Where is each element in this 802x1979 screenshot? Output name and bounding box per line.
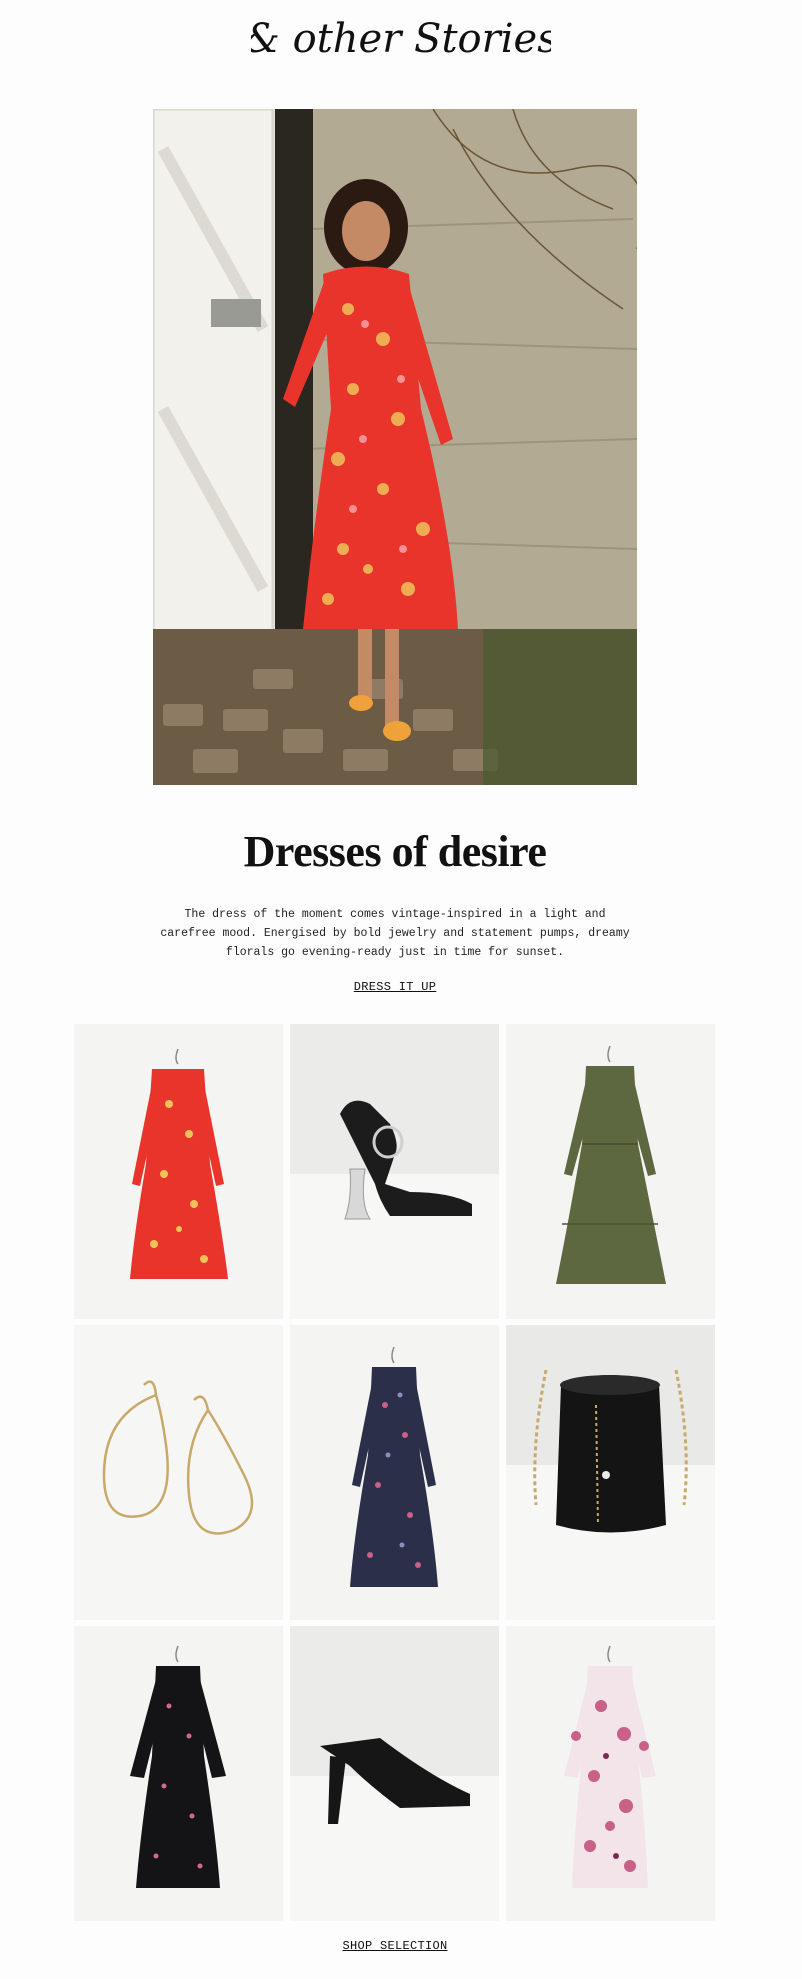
product-tile-black-mule[interactable]	[290, 1626, 499, 1921]
black-floral-dress-icon	[74, 1626, 283, 1921]
black-bucket-bag-icon	[506, 1325, 715, 1620]
product-tile-black-bucket-bag[interactable]	[506, 1325, 715, 1620]
pink-floral-dress-icon	[506, 1626, 715, 1921]
body-copy: The dress of the moment comes vintage-in…	[140, 905, 650, 962]
product-tile-gold-earrings[interactable]	[74, 1325, 283, 1620]
product-tile-pink-floral-dress[interactable]	[506, 1626, 715, 1921]
khaki-dress-icon	[506, 1024, 715, 1319]
hero-image[interactable]	[153, 109, 637, 785]
product-tile-red-floral-dress[interactable]	[74, 1024, 283, 1319]
black-sandal-icon	[290, 1024, 499, 1319]
gold-earrings-icon	[74, 1325, 283, 1620]
headline: Dresses of desire	[243, 827, 547, 876]
product-tile-navy-floral-dress[interactable]	[290, 1325, 499, 1620]
body-line: florals go evening-ready just in time fo…	[225, 946, 565, 959]
shop-selection-link[interactable]: SHOP SELECTION	[0, 1939, 790, 1953]
product-tile-black-floral-dress[interactable]	[74, 1626, 283, 1921]
red-floral-dress-icon	[74, 1024, 283, 1319]
black-mule-icon	[290, 1626, 499, 1921]
brand-logo[interactable]: & other Stories	[0, 14, 802, 69]
body-line: The dress of the moment comes vintage-in…	[184, 908, 606, 921]
product-tile-black-sandal[interactable]	[290, 1024, 499, 1319]
body-line: carefree mood. Energised by bold jewelry…	[160, 927, 630, 940]
navy-floral-dress-icon	[290, 1325, 499, 1620]
product-tile-khaki-dress[interactable]	[506, 1024, 715, 1319]
logo-text: & other Stories	[251, 16, 551, 62]
dress-it-up-link[interactable]: DRESS IT UP	[0, 980, 790, 994]
hero-photo	[153, 109, 637, 785]
logo-mark: & other Stories	[244, 16, 557, 62]
